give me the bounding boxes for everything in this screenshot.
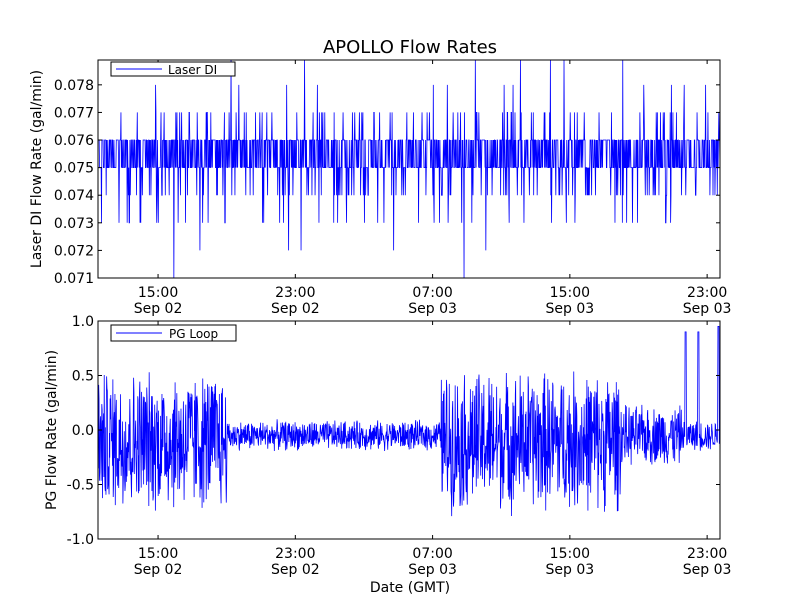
top-y-tick-label: 0.071: [54, 271, 94, 287]
bottom-x-tick-date: Sep 03: [683, 562, 732, 578]
bottom-legend-label: PG Loop: [169, 327, 218, 341]
bottom-y-tick-label: -0.5: [67, 478, 94, 494]
top-legend-label: Laser DI: [168, 63, 217, 77]
top-y-tick-label: 0.072: [54, 243, 94, 259]
bottom-x-tick-date: Sep 03: [546, 562, 595, 578]
bottom-y-axis-label: PG Flow Rate (gal/min): [44, 350, 60, 510]
top-x-tick-time: 15:00: [138, 285, 178, 301]
bottom-x-tick-time: 23:00: [275, 546, 315, 562]
top-x-tick-date: Sep 03: [408, 301, 457, 317]
top-y-tick-label: 0.076: [54, 133, 94, 149]
bottom-x-tick-date: Sep 02: [271, 562, 320, 578]
top-x-tick-time: 23:00: [687, 285, 727, 301]
top-y-tick-label: 0.073: [54, 216, 94, 232]
top-y-tick-label: 0.075: [54, 161, 94, 177]
top-y-tick-label: 0.077: [54, 105, 94, 121]
figure-background: [0, 0, 800, 600]
bottom-x-tick-time: 23:00: [687, 546, 727, 562]
bottom-legend[interactable]: PG Loop: [110, 324, 237, 342]
bottom-x-tick-time: 07:00: [412, 546, 452, 562]
top-x-tick-date: Sep 03: [683, 301, 732, 317]
bottom-y-tick-label: 0.5: [72, 369, 94, 385]
top-y-axis-label: Laser DI Flow Rate (gal/min): [29, 70, 45, 268]
bottom-y-tick-label: -1.0: [67, 532, 94, 548]
top-y-tick-label: 0.074: [54, 188, 94, 204]
top-x-tick-time: 07:00: [412, 285, 452, 301]
top-x-tick-date: Sep 02: [134, 301, 183, 317]
bottom-x-tick-date: Sep 03: [408, 562, 457, 578]
top-x-tick-time: 23:00: [275, 285, 315, 301]
bottom-x-tick-time: 15:00: [138, 546, 178, 562]
top-y-tick-label: 0.078: [54, 78, 94, 94]
chart-title: APOLLO Flow Rates: [323, 37, 497, 58]
figure: APOLLO Flow Rates 0.071 0.072 0.073 0.074 0.…: [0, 0, 800, 600]
bottom-y-tick-label: 1.0: [72, 314, 94, 330]
top-x-tick-date: Sep 02: [271, 301, 320, 317]
bottom-x-tick-time: 15:00: [550, 546, 590, 562]
x-axis-label: Date (GMT): [370, 580, 450, 596]
bottom-x-tick-date: Sep 02: [134, 562, 183, 578]
top-x-tick-date: Sep 03: [546, 301, 595, 317]
bottom-y-tick-label: 0.0: [72, 423, 94, 439]
top-legend[interactable]: Laser DI: [110, 61, 236, 77]
top-x-tick-time: 15:00: [550, 285, 590, 301]
